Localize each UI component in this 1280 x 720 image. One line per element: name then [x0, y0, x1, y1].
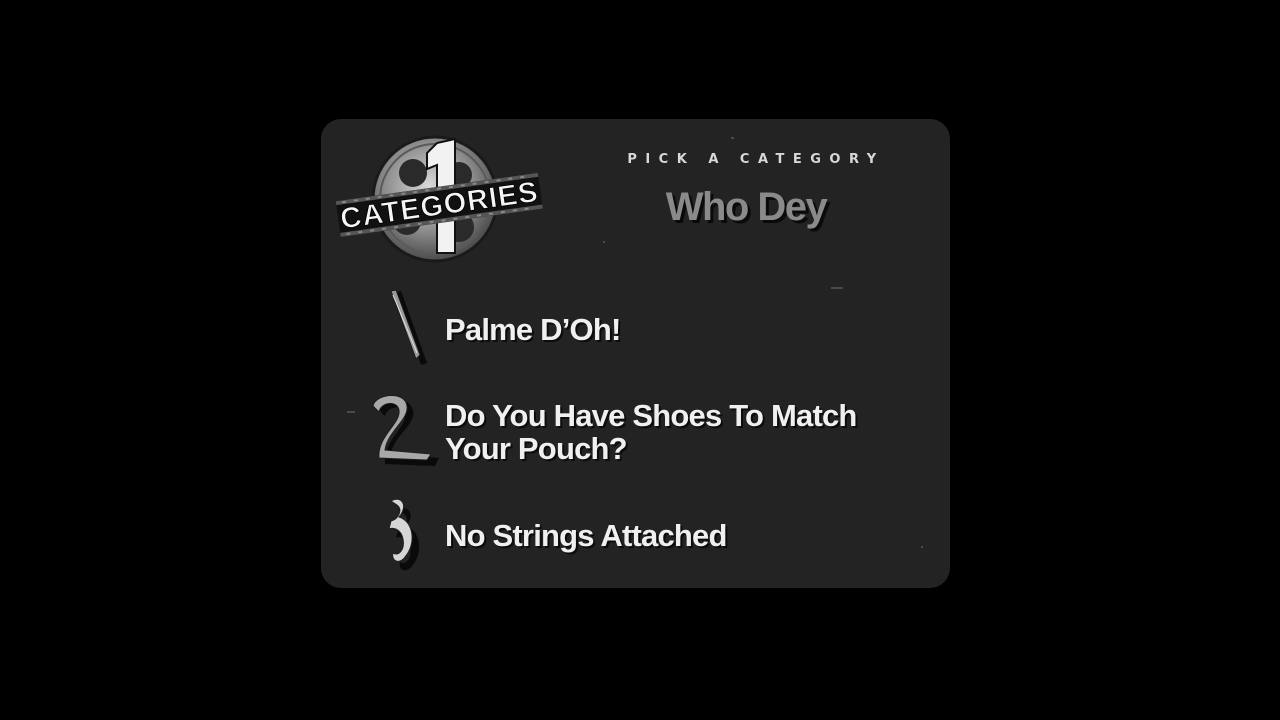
category-option-3[interactable]: No Strings Attached: [365, 495, 925, 575]
speck: [731, 137, 734, 139]
category-label-2: Do You Have Shoes To Match Your Pouch?: [445, 398, 857, 466]
game-screen: CATEGORIES PICK A CATEGORY Who Dey Palme…: [0, 0, 1280, 720]
speck: [603, 241, 605, 243]
category-label-1: Palme D’Oh!: [445, 311, 621, 347]
speck: [921, 546, 923, 548]
category-option-2[interactable]: Do You Have Shoes To Match Your Pouch?: [365, 392, 925, 472]
numeral-2-icon: [365, 392, 445, 472]
categories-logo: CATEGORIES: [333, 125, 543, 277]
speck: [347, 411, 355, 413]
numeral-1-icon: [365, 289, 445, 369]
player-name: Who Dey: [665, 185, 828, 229]
category-label-3: No Strings Attached: [445, 517, 727, 553]
category-option-1[interactable]: Palme D’Oh!: [365, 289, 925, 369]
speck: [831, 287, 843, 289]
category-panel: CATEGORIES PICK A CATEGORY Who Dey Palme…: [321, 119, 950, 588]
pick-category-label: PICK A CATEGORY: [627, 152, 885, 167]
numeral-3-icon: [365, 495, 445, 575]
film-reel-icon: CATEGORIES: [335, 135, 543, 263]
